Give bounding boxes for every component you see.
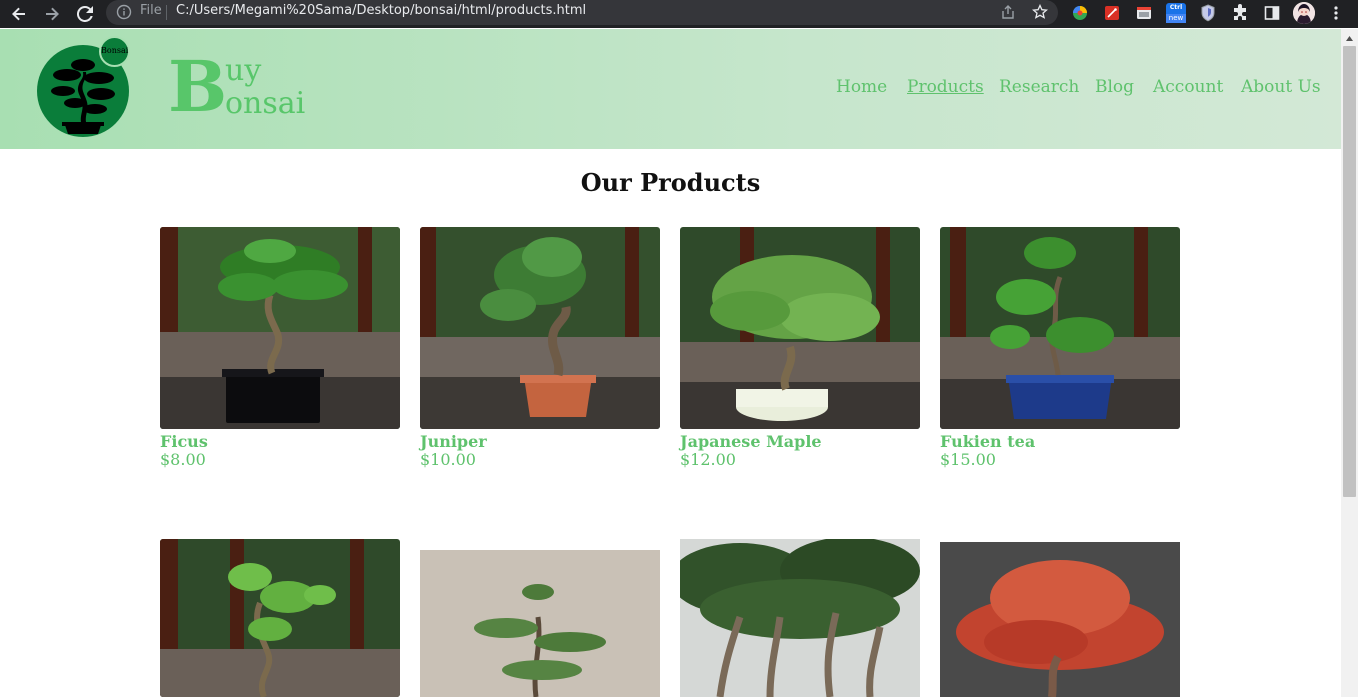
browser-toolbar: File C:/Users/Megami%20Sama/Desktop/bons…: [0, 0, 1358, 28]
product-name[interactable]: Juniper: [420, 432, 487, 451]
nav-research[interactable]: Research: [999, 77, 1079, 97]
share-icon[interactable]: [999, 3, 1017, 21]
product-image[interactable]: [160, 539, 400, 697]
product-image[interactable]: [680, 227, 920, 429]
product-image[interactable]: [940, 542, 1180, 697]
address-bar[interactable]: File C:/Users/Megami%20Sama/Desktop/bons…: [106, 0, 1058, 25]
nav-blog[interactable]: Blog: [1095, 77, 1134, 97]
product-image[interactable]: [940, 227, 1180, 429]
product-card[interactable]: Ficus $8.00: [160, 227, 400, 472]
screenshot-extension-icon[interactable]: [1134, 3, 1154, 23]
product-card[interactable]: [940, 542, 1180, 697]
divider: [166, 5, 167, 20]
scrollbar-thumb[interactable]: [1343, 46, 1356, 497]
site-header: Bonsai B uy onsai Home Products Research…: [0, 29, 1341, 149]
bookmark-star-icon[interactable]: [1031, 3, 1049, 21]
product-price: $8.00: [160, 450, 206, 469]
puzzle-extensions-icon[interactable]: [1230, 3, 1250, 23]
product-image[interactable]: [680, 539, 920, 697]
brand-initial: B: [168, 45, 228, 128]
product-card[interactable]: Fukien tea $15.00: [940, 227, 1180, 472]
shield-icon[interactable]: [1198, 3, 1218, 23]
brand-line-1: uy: [225, 53, 262, 88]
scroll-up-arrow-icon[interactable]: [1345, 34, 1354, 43]
product-price: $10.00: [420, 450, 476, 469]
product-card[interactable]: [160, 539, 400, 697]
profile-avatar[interactable]: [1293, 2, 1315, 24]
page-title: Our Products: [580, 168, 761, 197]
product-name[interactable]: Japanese Maple: [680, 432, 822, 451]
product-image[interactable]: [420, 227, 660, 429]
red-wand-extension-icon[interactable]: [1102, 3, 1122, 23]
product-card[interactable]: Juniper $10.00: [420, 227, 660, 472]
product-name[interactable]: Fukien tea: [940, 432, 1035, 451]
info-icon[interactable]: [116, 4, 132, 20]
reload-icon[interactable]: [71, 0, 99, 28]
logo-badge: Bonsai: [99, 36, 130, 67]
product-image[interactable]: [160, 227, 400, 429]
scheme-label: File: [140, 3, 162, 18]
back-icon[interactable]: [5, 0, 33, 28]
colorful-extension-icon[interactable]: [1070, 3, 1090, 23]
product-image[interactable]: [420, 550, 660, 697]
product-price: $15.00: [940, 450, 996, 469]
brand-line-2: onsai: [225, 86, 306, 121]
product-name[interactable]: Ficus: [160, 432, 208, 451]
nav-products[interactable]: Products: [907, 77, 984, 97]
nav-about-us[interactable]: About Us: [1241, 77, 1321, 97]
new-extension-icon[interactable]: Ctrl new: [1166, 3, 1186, 23]
url-text[interactable]: C:/Users/Megami%20Sama/Desktop/bonsai/ht…: [176, 3, 586, 18]
nav-account[interactable]: Account: [1153, 77, 1223, 97]
product-price: $12.00: [680, 450, 736, 469]
more-menu-icon[interactable]: [1326, 3, 1346, 23]
product-card[interactable]: [420, 550, 660, 697]
product-card[interactable]: Japanese Maple $12.00: [680, 227, 920, 472]
extension-new-badge: new: [1166, 14, 1186, 23]
side-panel-icon[interactable]: [1262, 3, 1282, 23]
product-card[interactable]: [680, 539, 920, 697]
nav-home[interactable]: Home: [836, 77, 887, 97]
forward-icon[interactable]: [38, 0, 66, 28]
logo-badge-text: Bonsai: [101, 46, 129, 55]
extension-tiny-label: Ctrl: [1169, 4, 1183, 11]
